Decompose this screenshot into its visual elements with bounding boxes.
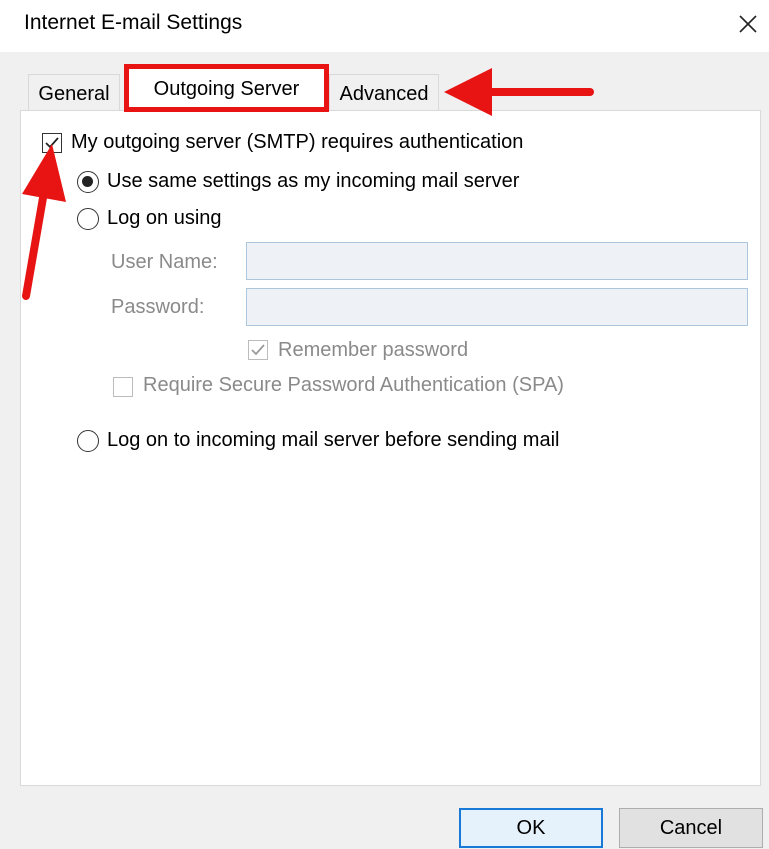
password-label: Password:	[111, 296, 205, 318]
ok-button[interactable]: OK	[459, 808, 603, 848]
tab-general-label: General	[38, 83, 110, 105]
cancel-button[interactable]: Cancel	[619, 808, 763, 848]
password-input[interactable]	[246, 288, 748, 326]
annotation-arrow-right-icon	[444, 68, 594, 116]
log-on-using-radio[interactable]	[77, 208, 99, 230]
tab-advanced-label: Advanced	[339, 83, 429, 105]
user-name-input[interactable]	[246, 242, 748, 280]
tab-general[interactable]: General	[28, 74, 120, 110]
close-icon	[739, 15, 757, 33]
requires-auth-label: My outgoing server (SMTP) requires authe…	[71, 131, 524, 153]
require-spa-checkbox[interactable]	[113, 377, 133, 397]
log-on-incoming-label: Log on to incoming mail server before se…	[107, 429, 560, 451]
tab-advanced[interactable]: Advanced	[329, 74, 439, 110]
checkmark-icon	[251, 344, 265, 356]
use-same-settings-radio[interactable]	[77, 171, 99, 193]
remember-password-label: Remember password	[278, 339, 469, 361]
log-on-incoming-radio[interactable]	[77, 430, 99, 452]
annotation-arrow-up-icon	[22, 144, 66, 300]
user-name-label: User Name:	[111, 251, 218, 273]
title-bar: Internet E-mail Settings	[0, 0, 769, 52]
window-title: Internet E-mail Settings	[24, 11, 243, 34]
close-button[interactable]	[730, 6, 766, 42]
tab-outgoing-server-label: Outgoing Server	[153, 78, 300, 100]
require-spa-label: Require Secure Password Authentication (…	[143, 374, 564, 396]
use-same-settings-label: Use same settings as my incoming mail se…	[107, 170, 520, 192]
remember-password-checkbox[interactable]	[248, 340, 268, 360]
tab-outgoing-server[interactable]: Outgoing Server	[124, 64, 329, 112]
log-on-using-label: Log on using	[107, 207, 222, 229]
